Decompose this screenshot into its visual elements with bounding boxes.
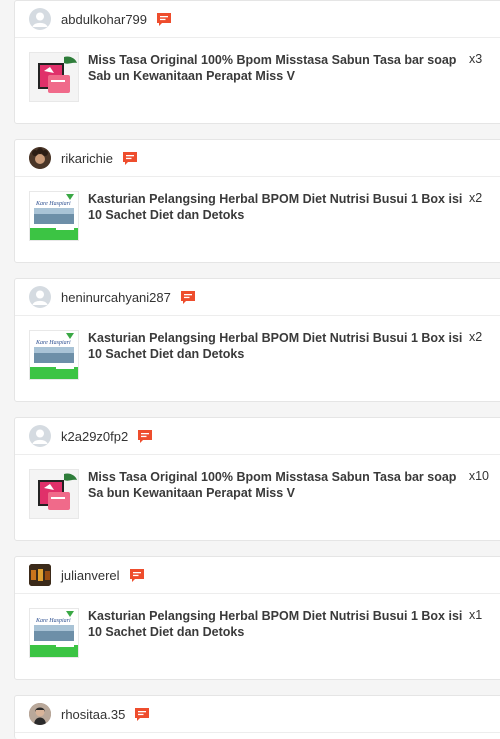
quantity: x10 — [468, 469, 489, 483]
order-item[interactable]: Miss Tasa Original 100% Bpom Misstasa Sa… — [15, 455, 500, 541]
chat-icon[interactable] — [134, 707, 150, 722]
product-name[interactable]: Miss Tasa Original 100% Bpom Misstasa Sa… — [88, 52, 463, 84]
product-name[interactable]: Miss Tasa Original 100% Bpom Misstasa Sa… — [88, 469, 463, 501]
product-name[interactable]: Kasturian Pelangsing Herbal BPOM Diet Nu… — [88, 608, 463, 640]
product-thumbnail[interactable]: Kare Haspiari — [29, 330, 79, 380]
product-thumbnail[interactable]: Kare Haspiari — [29, 191, 79, 241]
product-thumbnail[interactable] — [29, 469, 79, 519]
thumbnail-label: Kare Haspiari — [35, 201, 71, 207]
order-header: abdulkohar799 — [15, 1, 500, 38]
order-card: heninurcahyani287 Kare Haspiari Kasturia… — [14, 278, 500, 402]
quantity: x3 — [469, 52, 483, 66]
photo-avatar-icon — [29, 703, 51, 725]
chat-icon[interactable] — [122, 151, 138, 166]
avatar[interactable] — [29, 147, 51, 169]
order-item[interactable]: Kare Haspiari Kasturian Pelangsing Herba… — [15, 594, 500, 680]
order-item[interactable]: Miss Tasa Original 100% Bpom Misstasa Sa… — [15, 38, 500, 124]
buyer-username[interactable]: rhositaa.35 — [61, 707, 125, 722]
default-avatar-icon — [32, 290, 48, 305]
order-card: k2a29z0fp2 Miss Tasa Original 100% Bpom … — [14, 417, 500, 541]
order-header: julianverel — [15, 557, 500, 594]
buyer-username[interactable]: julianverel — [61, 568, 120, 583]
product-thumbnail[interactable]: Kare Haspiari — [29, 608, 79, 658]
avatar[interactable] — [29, 564, 51, 586]
product-thumbnail[interactable] — [29, 52, 79, 102]
quantity: x2 — [469, 330, 483, 344]
avatar[interactable] — [29, 425, 51, 447]
default-avatar-icon — [32, 12, 48, 27]
avatar[interactable] — [29, 8, 51, 30]
chat-icon[interactable] — [137, 429, 153, 444]
buyer-username[interactable]: rikarichie — [61, 151, 113, 166]
product-name[interactable]: Kasturian Pelangsing Herbal BPOM Diet Nu… — [88, 330, 463, 362]
chat-icon[interactable] — [180, 290, 196, 305]
buyer-username[interactable]: abdulkohar799 — [61, 12, 147, 27]
buyer-username[interactable]: k2a29z0fp2 — [61, 429, 128, 444]
photo-avatar-icon — [29, 564, 51, 586]
chat-icon[interactable] — [129, 568, 145, 583]
avatar[interactable] — [29, 286, 51, 308]
order-card: abdulkohar799 Miss Tasa Original 100% Bp… — [14, 0, 500, 124]
order-header: heninurcahyani287 — [15, 279, 500, 316]
order-card: rhositaa.35 — [14, 695, 500, 739]
order-header: rikarichie — [15, 140, 500, 177]
order-header: k2a29z0fp2 — [15, 418, 500, 455]
default-avatar-icon — [32, 429, 48, 444]
photo-avatar-icon — [29, 147, 51, 169]
buyer-username[interactable]: heninurcahyani287 — [61, 290, 171, 305]
product-name[interactable]: Kasturian Pelangsing Herbal BPOM Diet Nu… — [88, 191, 463, 223]
order-card: julianverel Kare Haspiari Kasturian Pela… — [14, 556, 500, 680]
thumbnail-label: Kare Haspiari — [35, 340, 71, 346]
chat-icon[interactable] — [156, 12, 172, 27]
order-header: rhositaa.35 — [15, 696, 500, 733]
quantity: x2 — [469, 191, 483, 205]
order-item[interactable]: Kare Haspiari Kasturian Pelangsing Herba… — [15, 177, 500, 263]
quantity: x1 — [469, 608, 483, 622]
thumbnail-label: Kare Haspiari — [35, 618, 71, 624]
order-item[interactable]: Kare Haspiari Kasturian Pelangsing Herba… — [15, 316, 500, 402]
order-card: rikarichie Kare Haspiari Kasturian Pelan… — [14, 139, 500, 263]
avatar[interactable] — [29, 703, 51, 725]
